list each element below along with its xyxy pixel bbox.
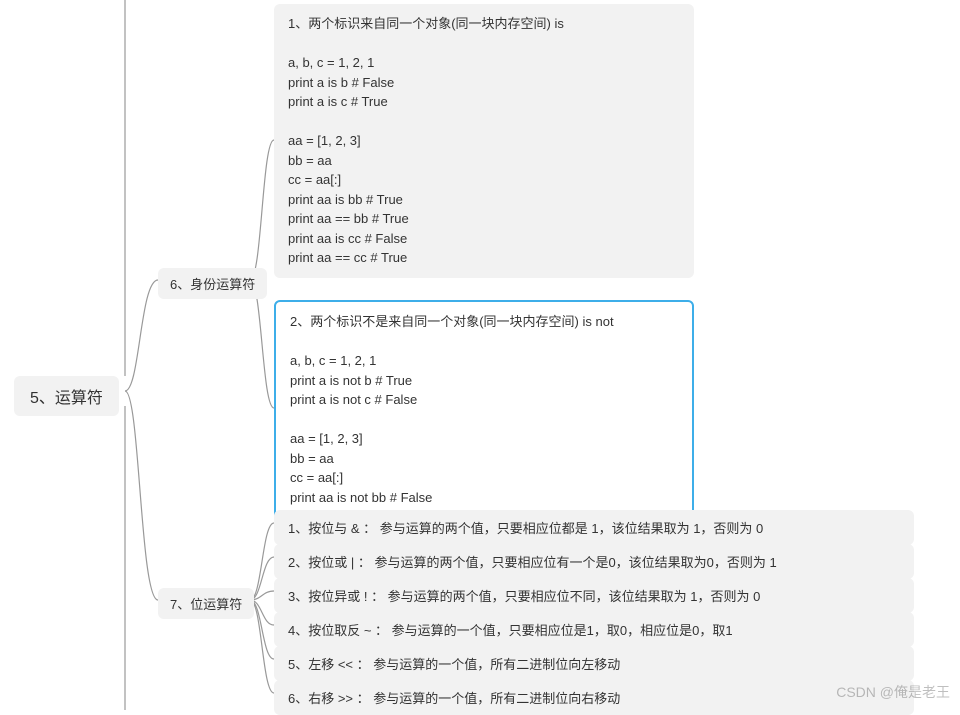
node-bitwise-operator[interactable]: 7、位运算符 (158, 588, 254, 619)
node-bitwise-xor[interactable]: 3、按位异或 ! ： 参与运算的两个值，只要相应位不同，该位结果取为 1，否则为… (274, 578, 914, 613)
node-identity-is-not[interactable]: 2、两个标识不是来自同一个对象(同一块内存空间) is not a, b, c … (274, 300, 694, 539)
node-identity-is[interactable]: 1、两个标识来自同一个对象(同一块内存空间) is a, b, c = 1, 2… (274, 4, 694, 278)
root-node-operators[interactable]: 5、运算符 (14, 376, 119, 416)
watermark-text: CSDN @俺是老王 (836, 682, 950, 702)
node-identity-operator[interactable]: 6、身份运算符 (158, 268, 267, 299)
node-bitwise-and[interactable]: 1、按位与 & ： 参与运算的两个值，只要相应位都是 1，该位结果取为 1，否则… (274, 510, 914, 545)
node-bitwise-not[interactable]: 4、按位取反 ~ ： 参与运算的一个值，只要相应位是1，取0，相应位是0，取1 (274, 612, 914, 647)
node-bitwise-left-shift[interactable]: 5、左移 << ： 参与运算的一个值，所有二进制位向左移动 (274, 646, 914, 681)
node-bitwise-or[interactable]: 2、按位或 | ： 参与运算的两个值，只要相应位有一个是0，该位结果取为0，否则… (274, 544, 914, 579)
